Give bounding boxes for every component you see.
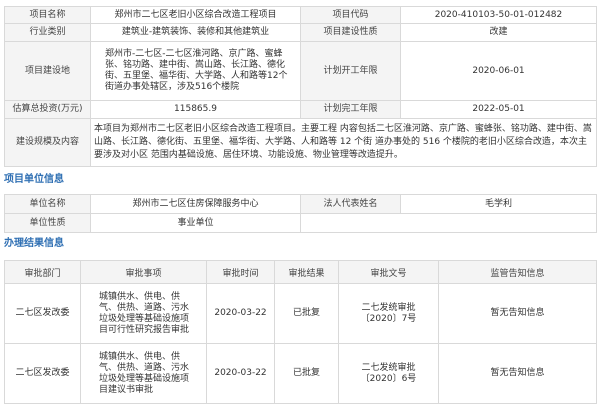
start-value: 2020-06-01 bbox=[400, 41, 597, 101]
legal-label: 法人代表姓名 bbox=[300, 194, 401, 214]
header-result: 审批结果 bbox=[274, 260, 339, 284]
unit-nature-label: 单位性质 bbox=[4, 213, 91, 233]
table-row: 二七区发改委 城镇供水、供电、供气、供热、道路、污水垃圾处理等基础设施项目建议书… bbox=[4, 343, 597, 404]
header-doc: 审批文号 bbox=[338, 260, 439, 284]
unit-section-title: 项目单位信息 bbox=[4, 174, 64, 185]
scale-value: 本项目为郑州市二七区老旧小区综合改造工程项目。主要工程 内容包括二七区淮河路、京… bbox=[90, 118, 597, 167]
location-value: 郑州市-二七区-二七区淮河路、京广路、蜜蜂张、铭功路、建中街、嵩山路、长江路、德… bbox=[90, 41, 301, 101]
unit-name-label: 单位名称 bbox=[4, 194, 91, 214]
industry-label: 行业类别 bbox=[4, 23, 91, 42]
result-section-title: 办理结果信息 bbox=[4, 238, 64, 249]
row-notice: 暂无告知信息 bbox=[438, 343, 597, 404]
header-time: 审批时间 bbox=[206, 260, 275, 284]
unit-nature-value: 事业单位 bbox=[90, 213, 301, 233]
header-item: 审批事项 bbox=[80, 260, 207, 284]
header-notice: 监管告知信息 bbox=[438, 260, 597, 284]
row-result: 已批复 bbox=[274, 283, 339, 344]
project-name-label: 项目名称 bbox=[4, 6, 91, 24]
project-info-table: 项目名称 郑州市二七区老旧小区综合改造工程项目 项目代码 2020-410103… bbox=[4, 6, 597, 167]
investment-label: 估算总投资(万元) bbox=[4, 100, 91, 119]
unit-name-value: 郑州市二七区住房保障服务中心 bbox=[90, 194, 301, 214]
unit-info-table: 单位名称 郑州市二七区住房保障服务中心 法人代表姓名 毛学利 单位性质 事业单位 bbox=[4, 194, 597, 233]
row-doc: 二七发统审批〔2020〕6号 bbox=[338, 343, 439, 404]
row-result: 已批复 bbox=[274, 343, 339, 404]
row-time: 2020-03-22 bbox=[206, 283, 275, 344]
industry-value: 建筑业-建筑装饰、装修和其他建筑业 bbox=[90, 23, 301, 42]
legal-value: 毛学利 bbox=[400, 194, 597, 214]
empty-cell bbox=[400, 213, 597, 233]
row-item: 城镇供水、供电、供气、供热、道路、污水垃圾处理等基础设施项目可行性研究报告审批 bbox=[80, 283, 207, 344]
scale-label: 建设规模及内容 bbox=[4, 118, 91, 167]
empty-cell bbox=[300, 213, 401, 233]
project-detail-page: 项目名称 郑州市二七区老旧小区综合改造工程项目 项目代码 2020-410103… bbox=[0, 0, 600, 406]
row-dept: 二七区发改委 bbox=[4, 283, 81, 344]
result-table: 审批部门 审批事项 审批时间 审批结果 审批文号 监管告知信息 二七区发改委 城… bbox=[4, 260, 597, 404]
nature-label: 项目建设性质 bbox=[300, 23, 401, 42]
end-label: 计划完工年限 bbox=[300, 100, 401, 119]
table-row: 二七区发改委 城镇供水、供电、供气、供热、道路、污水垃圾处理等基础设施项目可行性… bbox=[4, 283, 597, 344]
project-name-value: 郑州市二七区老旧小区综合改造工程项目 bbox=[90, 6, 301, 24]
project-code-label: 项目代码 bbox=[300, 6, 401, 24]
end-value: 2022-05-01 bbox=[400, 100, 597, 119]
investment-value: 115865.9 bbox=[90, 100, 301, 119]
project-code-value: 2020-410103-50-01-012482 bbox=[400, 6, 597, 24]
row-notice: 暂无告知信息 bbox=[438, 283, 597, 344]
location-label: 项目建设地 bbox=[4, 41, 91, 101]
nature-value: 改建 bbox=[400, 23, 597, 42]
row-item: 城镇供水、供电、供气、供热、道路、污水垃圾处理等基础设施项目建议书审批 bbox=[80, 343, 207, 404]
header-dept: 审批部门 bbox=[4, 260, 81, 284]
row-dept: 二七区发改委 bbox=[4, 343, 81, 404]
row-time: 2020-03-22 bbox=[206, 343, 275, 404]
start-label: 计划开工年限 bbox=[300, 41, 401, 101]
row-doc: 二七发统审批〔2020〕7号 bbox=[338, 283, 439, 344]
